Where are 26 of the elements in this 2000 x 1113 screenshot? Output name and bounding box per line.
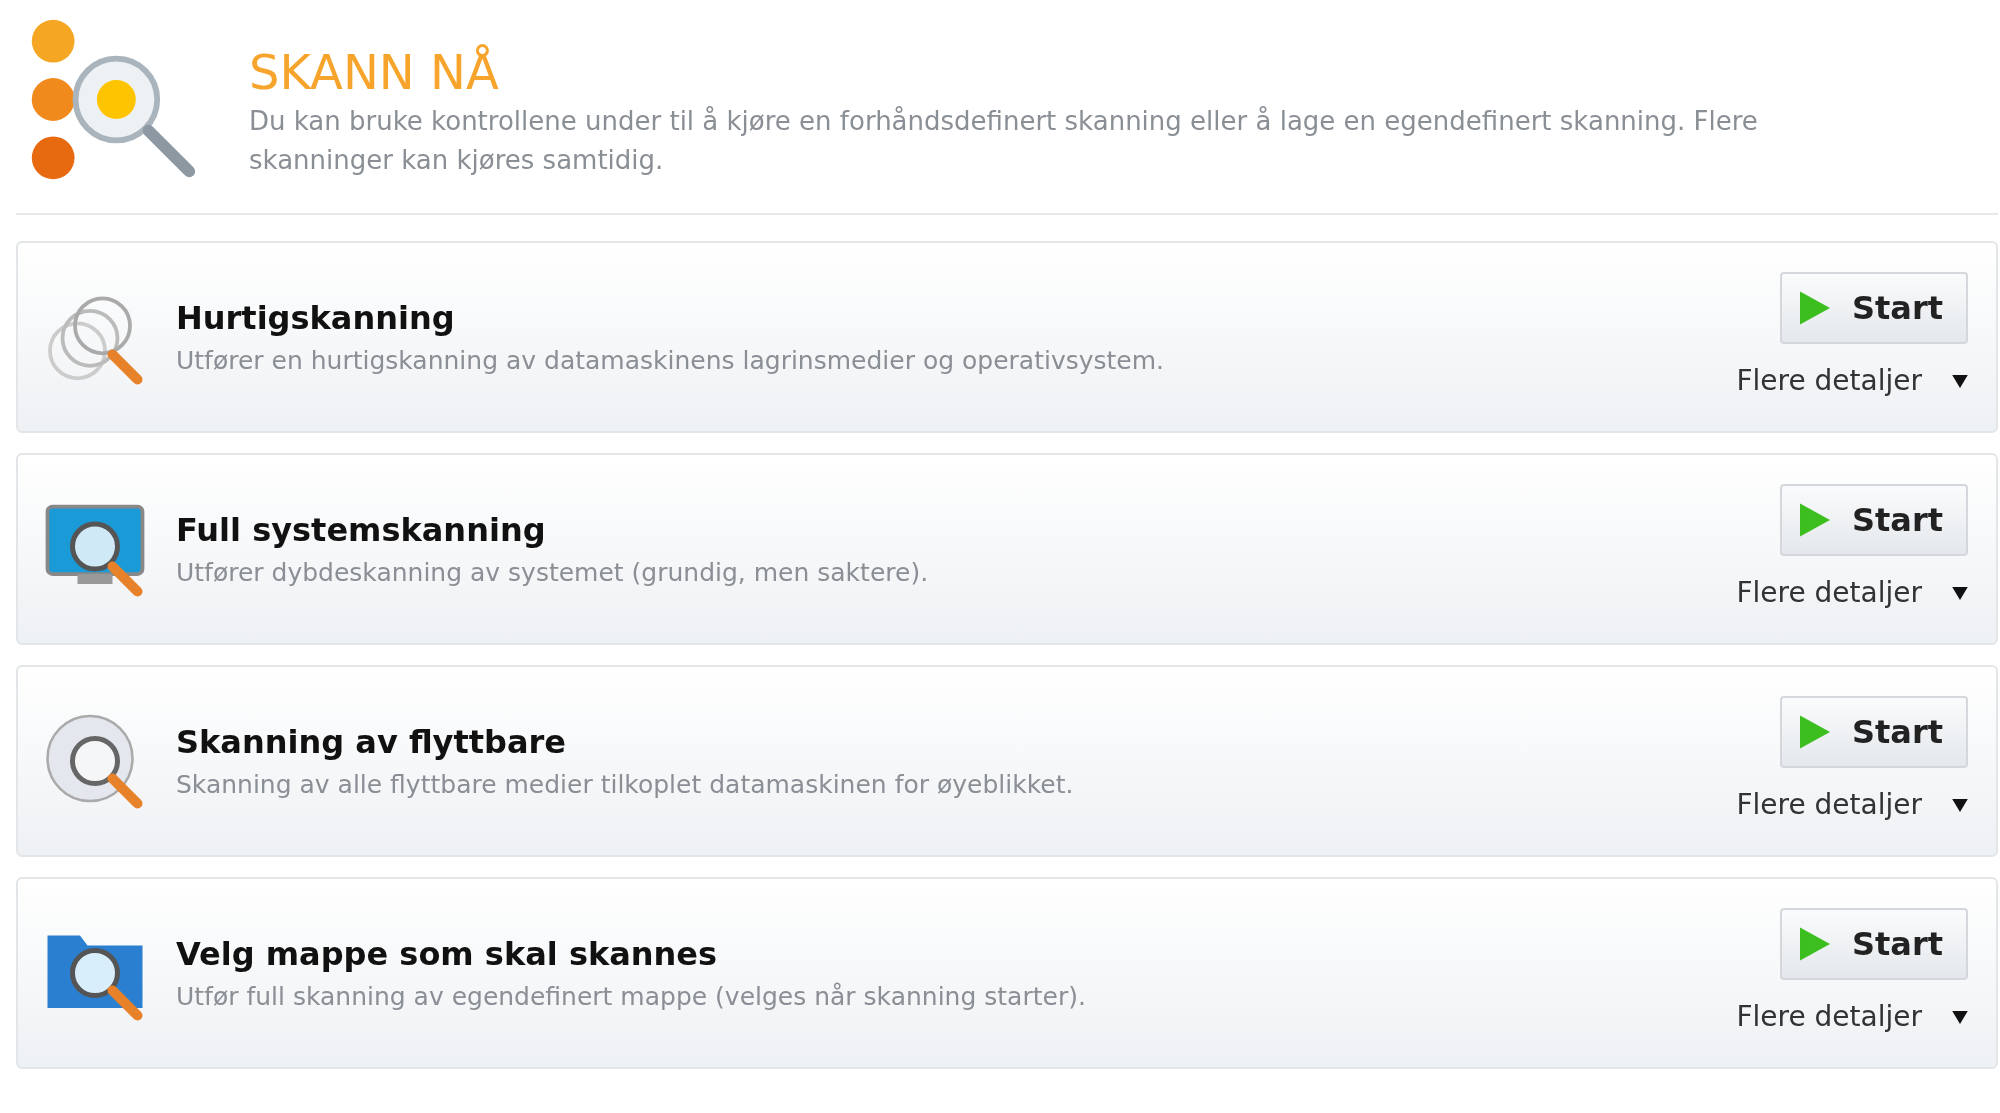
play-icon bbox=[1800, 503, 1830, 537]
start-button[interactable]: Start bbox=[1780, 908, 1968, 980]
start-button[interactable]: Start bbox=[1780, 696, 1968, 768]
scan-description: Utfører dybdeskanning av systemet (grundig, men saktere). bbox=[176, 557, 930, 590]
page-title: SKANN NÅ bbox=[249, 43, 500, 102]
play-icon bbox=[1800, 715, 1830, 749]
play-icon bbox=[1800, 927, 1830, 961]
page-description: Du kan bruke kontrollene under til å kjøre en forhåndsdefinert skanning eller å lage en egendefinert skanning. Flere skanninger kan kjøres samtidig. bbox=[249, 105, 1759, 177]
more-details-link[interactable]: Flere detaljer bbox=[1736, 784, 1968, 826]
caret-icon bbox=[1952, 374, 1968, 388]
scan-description: Skanning av alle flyttbare medier tilkoplet datamaskinen for øyeblikket. bbox=[176, 769, 1075, 802]
scan-title: Full systemskanning bbox=[176, 510, 547, 552]
play-icon bbox=[1800, 291, 1830, 325]
start-button[interactable]: Start bbox=[1780, 484, 1968, 556]
more-details-link[interactable]: Flere detaljer bbox=[1736, 996, 1968, 1038]
caret-icon bbox=[1952, 1010, 1968, 1024]
scan-title: Velg mappe som skal skannes bbox=[176, 934, 719, 976]
scan-title: Hurtigskanning bbox=[176, 298, 456, 340]
scan-description: Utfører en hurtigskanning av datamaskinens lagrinsmedier og operativsystem. bbox=[176, 345, 1165, 378]
scan-description: Utfør full skanning av egendefinert mappe (velges når skanning starter). bbox=[176, 981, 1087, 1014]
start-button[interactable]: Start bbox=[1780, 272, 1968, 344]
more-details-link[interactable]: Flere detaljer bbox=[1736, 572, 1968, 614]
scan-title: Skanning av flyttbare bbox=[176, 722, 568, 764]
caret-icon bbox=[1952, 586, 1968, 600]
caret-icon bbox=[1952, 798, 1968, 812]
more-details-link[interactable]: Flere detaljer bbox=[1736, 360, 1968, 402]
